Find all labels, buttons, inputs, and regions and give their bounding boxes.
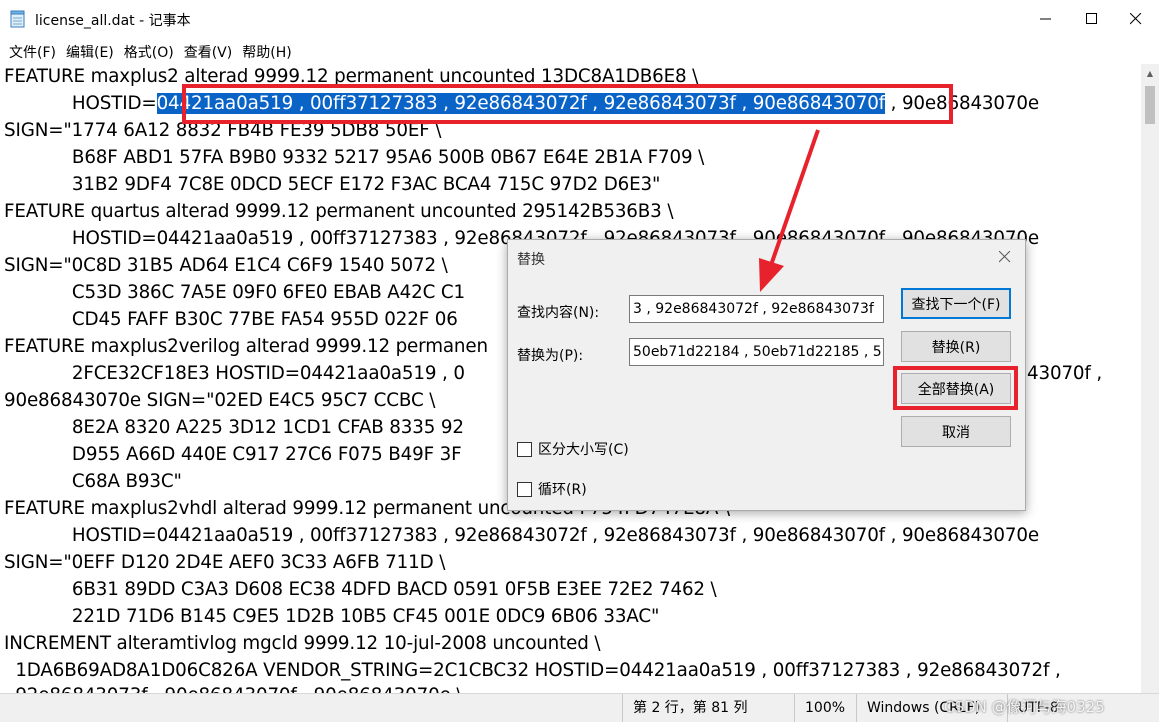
notepad-icon [10,10,25,28]
text-line: 221D 71D6 B145 C9E5 1D2B 10B5 CF45 001E … [4,606,660,627]
text-line: 6B31 89DD C3A3 D608 EC38 4DFD BACD 0591 … [4,579,717,600]
minimize-icon [1040,18,1051,20]
status-position: 第 2 行，第 81 列 [622,694,798,722]
text-line: 8E2A 8320 A225 3D12 1CD1 CFAB 8335 92 [4,417,464,438]
wrap-option[interactable]: 循环(R) [517,479,587,499]
status-bar: 第 2 行，第 81 列 100% Windows (CRLF) UTF-8 C… [0,693,1159,722]
scroll-up-icon[interactable]: ▲ [1141,64,1159,82]
menu-help[interactable]: 帮助(H) [237,38,296,64]
text-line: 1DA6B69AD8A1D06C826A VENDOR_STRING=2C1CB… [4,660,1061,681]
menu-edit[interactable]: 编辑(E) [61,38,119,64]
text-line: B68F ABD1 57FA B9B0 9332 5217 95A6 500B … [4,147,705,168]
close-button[interactable] [1113,0,1159,38]
text-line: 31B2 9DF4 7C8E 0DCD 5ECF E172 F3AC BCA4 … [4,174,661,195]
menu-bar: 文件(F) 编辑(E) 格式(O) 查看(V) 帮助(H) [0,38,1159,64]
menu-format[interactable]: 格式(O) [119,38,179,64]
wrap-checkbox[interactable] [517,481,532,497]
close-icon [999,251,1011,263]
text-line: SIGN="0C8D 31B5 AD64 E1C4 C6F9 1540 5072… [4,255,448,276]
close-icon [1130,13,1142,25]
text-line: CD45 FAFF B30C 77BE FA54 955D 022F 06 [4,309,458,330]
text-line-2-prefix: HOSTID= [4,93,157,114]
replace-label: 替换为(P): [517,348,584,364]
match-case-checkbox[interactable] [517,441,532,457]
replace-all-highlight-box [893,366,1018,410]
maximize-button[interactable] [1069,0,1115,38]
wrap-label: 循环(R) [538,482,587,498]
status-zoom: 100% [794,694,855,722]
dialog-close-button[interactable] [994,246,1016,268]
text-line: SIGN="0EFF D120 2D4E AEF0 3C33 A6FB 711D… [4,552,446,573]
match-case-label: 区分大小写(C) [538,442,629,458]
vertical-scrollbar[interactable]: ▲ [1141,64,1159,693]
text-line-tail: 43070f , [1027,363,1103,384]
text-line: FEATURE maxplus2verilog alterad 9999.12 … [4,336,488,357]
title-bar: license_all.dat - 记事本 [0,0,1159,38]
text-line: FEATURE quartus alterad 9999.12 permanen… [4,201,674,222]
text-line: INCREMENT alteramtivlog mgcld 9999.12 10… [4,633,601,654]
selection-highlight-box [182,84,953,124]
window-title: license_all.dat - 记事本 [35,13,191,29]
find-next-button[interactable]: 查找下一个(F) [901,288,1011,319]
text-line: 92e86843073f , 90e86843070f , 90e8684307… [4,685,462,693]
scrollbar-thumb[interactable] [1145,86,1155,124]
text-line: D955 A66D 440E C917 27C6 F075 B49F 3F [4,444,462,465]
text-line: C68A B93C" [4,471,182,492]
find-label: 查找内容(N): [517,305,600,321]
dialog-title: 替换 [517,252,545,268]
replace-button[interactable]: 替换(R) [901,331,1011,362]
find-input[interactable]: 3 , 92e86843072f , 92e86843073f [629,295,884,323]
text-line: 90e86843070e SIGN="02ED E4C5 95C7 CCBC \ [4,390,436,411]
replace-input[interactable]: 50eb71d22184 , 50eb71d22185 , 5 [629,338,884,366]
menu-view[interactable]: 查看(V) [179,38,238,64]
menu-file[interactable]: 文件(F) [0,38,61,64]
match-case-option[interactable]: 区分大小写(C) [517,439,629,459]
text-line: HOSTID=04421aa0a519 , 00ff37127383 , 92e… [4,525,1039,546]
minimize-button[interactable] [1023,0,1069,38]
watermark: CSDN @像河与海0325 [944,698,1105,716]
maximize-icon [1086,13,1097,24]
cancel-button[interactable]: 取消 [901,416,1011,447]
text-line: 2FCE32CF18E3 HOSTID=04421aa0a519 , 0 [4,363,465,384]
find-input-value: 3 , 92e86843072f , 92e86843073f [633,301,874,317]
text-line: C53D 386C 7A5E 09F0 6FE0 EBAB A42C C1 [4,282,465,303]
replace-dialog: 替换 查找内容(N): 3 , 92e86843072f , 92e868430… [507,239,1026,511]
